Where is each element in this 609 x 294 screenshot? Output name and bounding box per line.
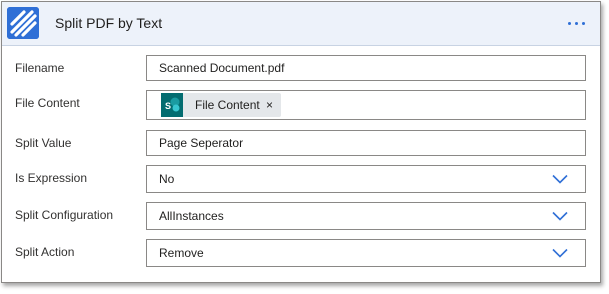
- filename-value: Scanned Document.pdf: [159, 61, 285, 75]
- diagonal-stripes-logo-icon: [7, 7, 39, 39]
- file-content-token-label: File Content: [195, 98, 260, 112]
- is-expression-dropdown[interactable]: No: [146, 165, 586, 193]
- split-action-value: Remove: [159, 246, 204, 260]
- split-value-value: Page Seperator: [159, 136, 244, 150]
- chevron-down-icon[interactable]: [552, 211, 568, 221]
- is-expression-value: No: [159, 172, 175, 186]
- split-action-label: Split Action: [15, 245, 75, 259]
- filename-label: Filename: [15, 61, 65, 75]
- split-value-label: Split Value: [15, 136, 72, 150]
- split-configuration-dropdown[interactable]: AllInstances: [146, 202, 586, 230]
- action-title: Split PDF by Text: [55, 15, 163, 31]
- file-content-field[interactable]: S File Content ×: [146, 90, 586, 120]
- action-header[interactable]: Split PDF by Text: [2, 2, 600, 46]
- split-configuration-label: Split Configuration: [15, 208, 114, 222]
- file-content-token[interactable]: S File Content ×: [161, 93, 281, 117]
- split-value-field[interactable]: Page Seperator: [146, 130, 586, 156]
- chevron-down-icon[interactable]: [552, 174, 568, 184]
- is-expression-label: Is Expression: [15, 171, 88, 185]
- more-options-icon[interactable]: [566, 15, 588, 31]
- svg-text:S: S: [165, 101, 171, 111]
- sharepoint-icon: S: [161, 93, 183, 117]
- file-content-label: File Content: [15, 96, 80, 110]
- remove-token-icon[interactable]: ×: [266, 98, 273, 112]
- filename-field[interactable]: Scanned Document.pdf: [146, 55, 586, 81]
- split-configuration-value: AllInstances: [159, 209, 224, 223]
- action-card: Split PDF by Text Filename Scanned Docum…: [1, 1, 601, 283]
- chevron-down-icon[interactable]: [552, 248, 568, 258]
- split-action-dropdown[interactable]: Remove: [146, 239, 586, 267]
